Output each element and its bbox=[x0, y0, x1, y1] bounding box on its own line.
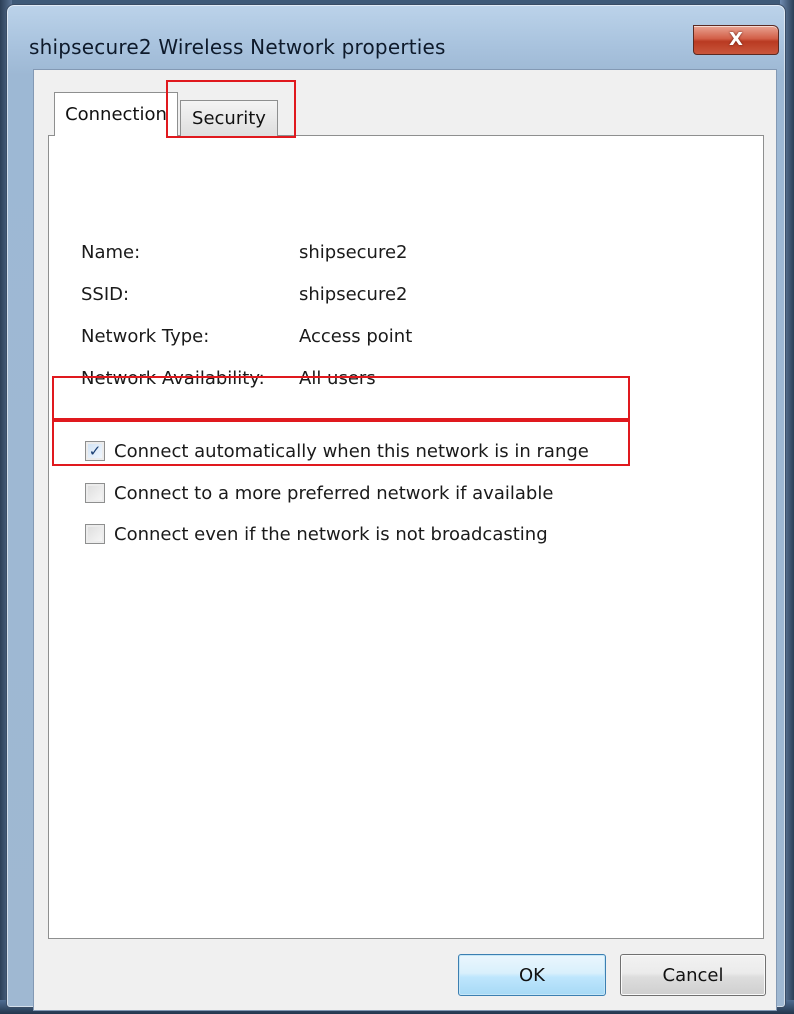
window-title: shipsecure2 Wireless Network properties bbox=[29, 35, 446, 59]
connect-preferred-checkbox[interactable] bbox=[85, 483, 105, 503]
tab-connection-label: Connection bbox=[65, 104, 167, 125]
tab-connection[interactable]: Connection bbox=[54, 92, 178, 136]
close-icon: X bbox=[729, 29, 743, 50]
ok-button-label: OK bbox=[519, 964, 545, 986]
cancel-button[interactable]: Cancel bbox=[620, 954, 766, 996]
tab-security-label: Security bbox=[192, 108, 266, 129]
dialog-client-area: Connection Security Name: shipsecure2 SS… bbox=[33, 69, 777, 1011]
option-connect-automatically[interactable]: ✓ Connect automatically when this networ… bbox=[85, 437, 589, 465]
connection-tab-panel: Name: shipsecure2 SSID: shipsecure2 Netw… bbox=[48, 135, 764, 939]
close-button[interactable]: X bbox=[693, 25, 779, 55]
tab-security[interactable]: Security bbox=[180, 100, 278, 136]
connect-not-broadcasting-checkbox[interactable] bbox=[85, 524, 105, 544]
ssid-label: SSID: bbox=[81, 284, 130, 305]
network-availability-label: Network Availability: bbox=[81, 368, 265, 389]
option-connect-preferred[interactable]: Connect to a more preferred network if a… bbox=[85, 479, 553, 507]
cancel-button-label: Cancel bbox=[662, 964, 724, 986]
network-availability-value: All users bbox=[299, 368, 376, 389]
checkmark-icon: ✓ bbox=[88, 441, 102, 460]
ssid-value: shipsecure2 bbox=[299, 284, 408, 305]
option-connect-not-broadcasting[interactable]: Connect even if the network is not broad… bbox=[85, 520, 548, 548]
network-type-label: Network Type: bbox=[81, 326, 210, 347]
name-value: shipsecure2 bbox=[299, 242, 408, 263]
connect-not-broadcasting-label[interactable]: Connect even if the network is not broad… bbox=[114, 524, 548, 545]
properties-dialog: shipsecure2 Wireless Network properties … bbox=[6, 4, 786, 1011]
network-type-value: Access point bbox=[299, 326, 413, 347]
connect-automatically-checkbox[interactable]: ✓ bbox=[85, 441, 105, 461]
connect-preferred-label[interactable]: Connect to a more preferred network if a… bbox=[114, 483, 553, 504]
connect-automatically-label[interactable]: Connect automatically when this network … bbox=[114, 441, 589, 462]
name-label: Name: bbox=[81, 242, 141, 263]
ok-button[interactable]: OK bbox=[458, 954, 606, 996]
